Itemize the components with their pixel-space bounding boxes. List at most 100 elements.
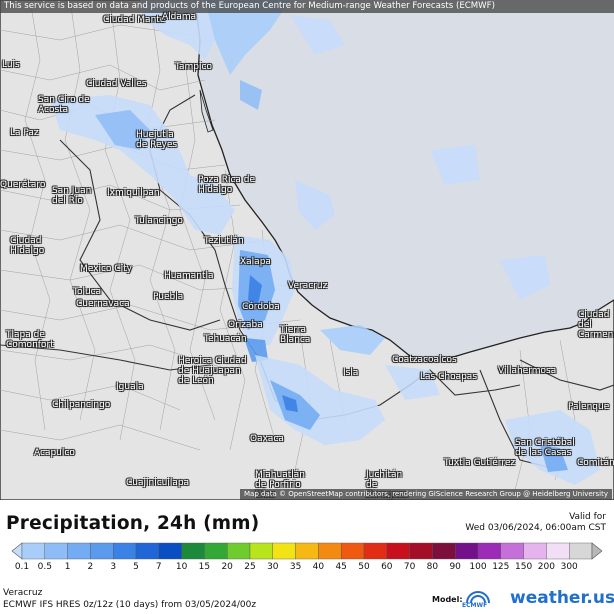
city-label[interactable]: Heroica Ciudad de Huajuapan de León <box>178 356 248 386</box>
scale-swatch <box>477 542 501 560</box>
city-label[interactable]: Cuajinicuilapa <box>126 478 189 488</box>
scale-arrow-high <box>591 542 603 560</box>
scale-swatch <box>295 542 319 560</box>
city-label[interactable]: Tulancingo <box>135 216 183 226</box>
city-label[interactable]: Villahermosa <box>498 366 556 376</box>
city-label[interactable]: Querétaro <box>0 180 45 190</box>
scale-swatch <box>363 542 387 560</box>
color-scale-bar <box>11 542 603 560</box>
scale-tick-label: 90 <box>449 562 461 572</box>
scale-swatch <box>500 542 524 560</box>
city-label[interactable]: Poza Rica de Hidalgo <box>198 175 258 195</box>
scale-swatch <box>409 542 433 560</box>
city-label[interactable]: Tampico <box>175 62 212 72</box>
scale-tick-label: 125 <box>492 562 510 572</box>
scale-tick-label: 50 <box>358 562 370 572</box>
scale-tick-label: 45 <box>335 562 347 572</box>
city-label[interactable]: Acapulco <box>34 448 75 458</box>
city-label[interactable]: Toluca <box>73 287 101 297</box>
scale-swatch <box>21 542 45 560</box>
city-label[interactable]: Aldama <box>162 12 196 22</box>
valid-datetime: Wed 03/06/2024, 06:00am CST <box>465 523 606 533</box>
scale-swatch <box>44 542 68 560</box>
scale-swatch <box>226 542 251 560</box>
scale-tick-label: 300 <box>560 562 578 572</box>
map-attribution: Map data © OpenStreetMap contributors, r… <box>240 489 612 500</box>
scale-tick-label: 1 <box>64 562 71 572</box>
city-label[interactable]: Tierra Blanca <box>280 325 310 345</box>
city-label[interactable]: Teziutlán <box>204 236 244 246</box>
city-label[interactable]: Tlapa de Comonfort <box>6 330 54 350</box>
city-label[interactable]: Tehuacán <box>204 334 247 344</box>
scale-swatch <box>90 542 114 560</box>
city-label[interactable]: Iguala <box>116 382 144 392</box>
scale-swatch <box>523 542 547 560</box>
scale-tick-label: 3 <box>110 562 117 572</box>
city-label[interactable]: Tuxtla Gutiérrez <box>444 458 515 468</box>
scale-swatch <box>135 542 159 560</box>
scale-tick-label: 7 <box>155 562 162 572</box>
scale-tick-label: 0.5 <box>37 562 52 572</box>
valid-time: Valid for Wed 03/06/2024, 06:00am CST <box>465 512 606 534</box>
data-source-banner: This service is based on data and produc… <box>0 0 614 13</box>
legend-title: Precipitation, 24h (mm) <box>6 513 260 534</box>
scale-swatch <box>112 542 137 560</box>
scale-tick-label: 60 <box>381 562 393 572</box>
scale-ticks: 0.1 0.5 1 2 3 5 7 10 15 20 25 30 35 40 45 50 60 70 80 90 100… <box>0 562 614 574</box>
scale-tick-label: 40 <box>312 562 325 572</box>
scale-tick-label: 30 <box>267 562 279 572</box>
scale-tick-label: 15 <box>198 562 211 572</box>
scale-swatch <box>569 542 593 560</box>
brand-model-label: Model: <box>432 595 463 604</box>
city-label[interactable]: Xalapa <box>240 257 271 267</box>
city-label[interactable]: Isla <box>343 368 358 378</box>
city-label[interactable]: Orizaba <box>228 320 263 330</box>
city-label[interactable]: Ciudad Valles <box>86 79 147 89</box>
scale-tick-label: 200 <box>537 562 555 572</box>
city-label[interactable]: Mexico City <box>80 264 132 274</box>
legend-panel: Precipitation, 24h (mm) Valid for Wed 03… <box>0 500 614 614</box>
city-label[interactable]: Coatzacoalcos <box>392 355 457 365</box>
scale-tick-label: 80 <box>426 562 439 572</box>
scale-tick-label: 25 <box>244 562 256 572</box>
scale-tick-label: 0.1 <box>14 562 30 572</box>
region-name: Veracruz <box>3 588 43 598</box>
city-label[interactable]: Luis <box>2 60 20 70</box>
city-label[interactable]: Ciudad Hidalgo <box>10 236 50 256</box>
city-label[interactable]: Cuernavaca <box>76 299 130 309</box>
city-label[interactable]: La Paz <box>10 128 39 138</box>
scale-swatch <box>341 542 365 560</box>
scale-swatch <box>318 542 342 560</box>
city-label[interactable]: Palenque <box>568 402 609 412</box>
scale-tick-label: 150 <box>515 562 533 572</box>
city-label[interactable]: Ciudad del Carmen <box>578 310 614 340</box>
city-label[interactable]: Veracruz <box>288 281 327 291</box>
city-label[interactable]: Ixmiquilpan <box>107 188 160 198</box>
city-label[interactable]: Ciudad Mante <box>103 15 165 25</box>
scale-tick-label: 5 <box>133 562 139 572</box>
city-label[interactable]: Oaxaca <box>250 434 284 444</box>
scale-swatch <box>546 542 570 560</box>
city-label[interactable]: San Juan del Río <box>52 186 96 206</box>
scale-swatch <box>181 542 205 560</box>
brand-model-name: ECMWF <box>462 602 488 609</box>
city-label[interactable]: Córdoba <box>242 302 280 312</box>
city-label[interactable]: Las Choapas <box>420 372 477 382</box>
map-canvas <box>0 0 614 500</box>
scale-tick-label: 2 <box>87 562 94 572</box>
city-label[interactable]: San Ciro de Acosta <box>38 95 93 115</box>
city-label[interactable]: Comitán <box>577 458 614 468</box>
valid-label: Valid for <box>569 512 606 522</box>
scale-swatch <box>67 542 91 560</box>
scale-swatch <box>204 542 228 560</box>
city-label[interactable]: Huejutla de Reyes <box>136 130 186 150</box>
city-label[interactable]: Puebla <box>153 292 183 302</box>
scale-tick-label: 70 <box>403 562 416 572</box>
scale-arrow-low <box>11 542 23 560</box>
model-run: ECMWF IFS HRES 0z/12z (10 days) from 03/… <box>3 600 257 610</box>
weather-us-logo[interactable]: weather.us <box>510 588 614 608</box>
map-view[interactable]: This service is based on data and produc… <box>0 0 614 500</box>
city-label[interactable]: Chilpancingo <box>52 400 110 410</box>
city-label[interactable]: Huamantla <box>164 271 214 281</box>
city-label[interactable]: San Cristóbal de las Casas <box>515 438 585 458</box>
